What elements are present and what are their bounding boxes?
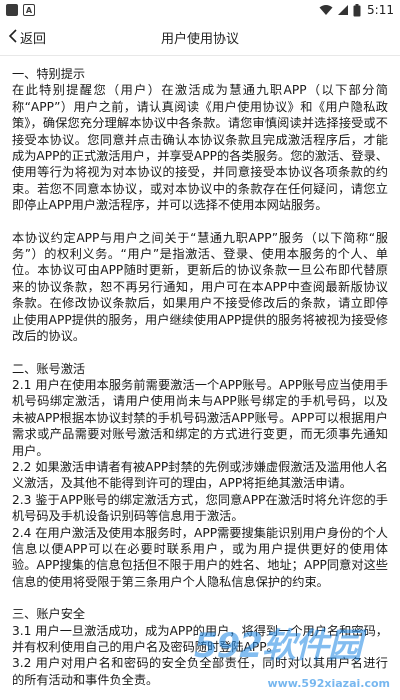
paragraph-3-2: 3.2 用户对用户名和密码的安全负全部责任，同时对以其用户名进行的所有活动和事件… bbox=[12, 656, 388, 687]
status-time: 5:11 bbox=[367, 3, 394, 17]
section-title-3: 三、账户安全 bbox=[12, 607, 86, 622]
a-letter-square-icon: A bbox=[23, 4, 35, 16]
paragraph-2-3: 2.3 鉴于APP账号的绑定激活方式，您同意APP在激活时将允许您的手机号码及手… bbox=[12, 492, 388, 524]
paragraph-1-1: 在此特别提醒您（用户）在激活成为慧通九职APP（以下部分简称“APP”）用户之前… bbox=[12, 83, 388, 213]
page-title: 用户使用协议 bbox=[160, 32, 239, 47]
section-title-2: 二、账号激活 bbox=[12, 361, 86, 376]
back-button[interactable]: 返回 bbox=[0, 20, 54, 55]
paragraph-3-1: 3.1 用户一旦激活成功，成为APP的用户，将得到一个用户名和密码，并有权利使用… bbox=[12, 623, 388, 654]
status-bar: A 5:11 bbox=[0, 0, 400, 20]
paragraph-1-2: 本协议约定APP与用户之间关于“慧通九职APP”服务（以下简称“服务”）的权利义… bbox=[12, 230, 388, 344]
battery-icon bbox=[353, 3, 361, 17]
signal-icon bbox=[337, 4, 349, 16]
agreement-content[interactable]: 一、特别提示 在此特别提醒您（用户）在激活成为慧通九职APP（以下部分简称“AP… bbox=[0, 56, 400, 700]
paragraph-2-1: 2.1 用户在使用本服务前需要激活一个APP账号。APP账号应当使用手机号码绑定… bbox=[12, 377, 388, 458]
section-title-1: 一、特别提示 bbox=[12, 67, 86, 81]
paragraph-2-2: 2.2 如果激活申请者有被APP封禁的先例或涉嫌虚假激活及滥用他人名义激活，及其… bbox=[12, 459, 388, 491]
paragraph-2-4: 2.4 在用户激活及使用本服务时，APP需要搜集能识别用户身份的个人信息以便AP… bbox=[12, 525, 388, 589]
status-left: A bbox=[6, 4, 35, 16]
title-bar: 返回 用户使用协议 bbox=[0, 20, 400, 56]
chevron-left-icon bbox=[8, 28, 20, 47]
notification-square-icon bbox=[6, 4, 18, 16]
wifi-icon bbox=[319, 4, 333, 16]
status-right: 5:11 bbox=[319, 3, 394, 17]
back-label: 返回 bbox=[20, 32, 47, 47]
